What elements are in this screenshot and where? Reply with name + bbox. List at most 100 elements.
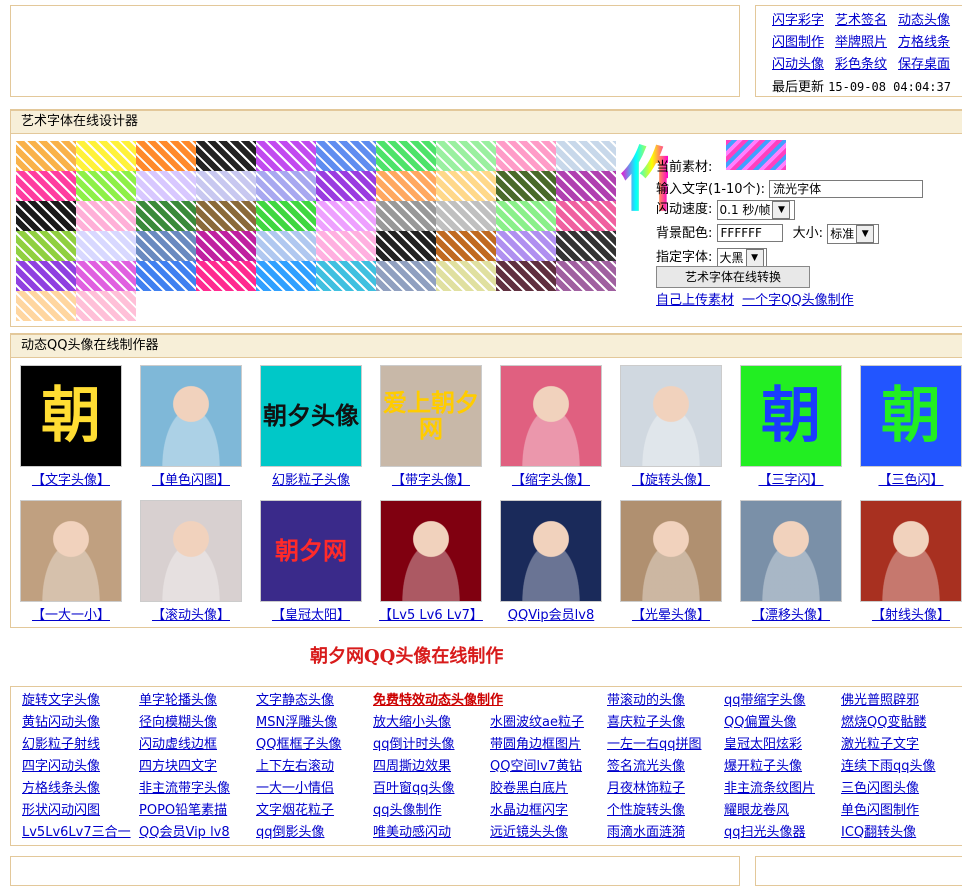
material-swatch[interactable]	[316, 171, 376, 201]
material-swatch[interactable]	[376, 171, 436, 201]
link-grid-item[interactable]: 黄钻闪动头像	[22, 711, 100, 730]
material-swatch[interactable]	[496, 201, 556, 231]
link-grid-item[interactable]: 远近镜头头像	[490, 821, 568, 840]
material-swatch[interactable]	[556, 261, 616, 291]
link-grid-item[interactable]: 方格线条头像	[22, 777, 100, 796]
text-input[interactable]	[769, 179, 924, 198]
link-grid-item[interactable]: 唯美动感闪动	[373, 821, 451, 840]
font-select[interactable]: 大黑 ▼	[716, 247, 767, 268]
material-swatch[interactable]	[556, 231, 616, 261]
top-link-item[interactable]: 彩色条纹	[835, 54, 898, 76]
avatar-caption-link[interactable]: 【缩字头像】	[491, 469, 611, 488]
single-char-link[interactable]: 一个字QQ头像制作	[742, 293, 853, 308]
top-link-item[interactable]: 保存桌面	[898, 54, 961, 76]
link-grid-item[interactable]: ICQ翻转头像	[841, 821, 916, 840]
top-link-item[interactable]: 闪图制作	[772, 32, 835, 54]
material-swatch[interactable]	[316, 141, 376, 171]
link-grid-item[interactable]: 带圆角边框图片	[490, 733, 581, 752]
link-grid-item[interactable]: qq倒影头像	[256, 821, 325, 840]
material-swatch[interactable]	[436, 201, 496, 231]
avatar-caption-link[interactable]: 【带字头像】	[371, 469, 491, 488]
link-grid-item[interactable]: 雨滴水面涟漪	[607, 821, 685, 840]
link-grid-item[interactable]: 皇冠太阳炫彩	[724, 733, 802, 752]
avatar-caption-link[interactable]: 【单色闪图】	[131, 469, 251, 488]
upload-material-link[interactable]: 自己上传素材	[656, 293, 734, 308]
material-swatch[interactable]	[16, 171, 76, 201]
material-swatch[interactable]	[316, 261, 376, 291]
material-swatch[interactable]	[196, 171, 256, 201]
avatar-thumbnail[interactable]	[20, 500, 122, 602]
link-grid-item[interactable]: 胶卷黑白底片	[490, 777, 568, 796]
top-link-item[interactable]: 方格线条	[898, 32, 961, 54]
link-grid-item[interactable]: 一大一小情侣	[256, 777, 334, 796]
link-grid-item[interactable]: 激光粒子文字	[841, 733, 919, 752]
link-grid-item[interactable]: 单字轮播头像	[139, 689, 217, 708]
avatar-caption-link[interactable]: 【三字闪】	[731, 469, 851, 488]
top-link-item[interactable]: 艺术签名	[835, 10, 898, 32]
material-swatch[interactable]	[136, 201, 196, 231]
link-grid-item[interactable]: 上下左右滚动	[256, 755, 334, 774]
link-grid-item[interactable]: 四字闪动头像	[22, 755, 100, 774]
speed-select[interactable]: 0.1 秒/帧 ▼	[716, 199, 795, 220]
avatar-thumbnail[interactable]	[140, 365, 242, 467]
convert-button[interactable]: 艺术字体在线转换	[656, 266, 810, 288]
avatar-thumbnail[interactable]: 朝	[860, 365, 962, 467]
avatar-thumbnail[interactable]: 朝夕头像	[260, 365, 362, 467]
link-grid-item[interactable]: 百叶窗qq头像	[373, 777, 455, 796]
avatar-caption-link[interactable]: 【射线头像】	[851, 604, 962, 623]
material-swatch[interactable]	[196, 261, 256, 291]
material-swatch[interactable]	[316, 201, 376, 231]
material-swatch[interactable]	[496, 141, 556, 171]
link-grid-item[interactable]: 耀眼龙卷风	[724, 799, 789, 818]
avatar-thumbnail[interactable]	[140, 500, 242, 602]
link-grid-item[interactable]: 非主流条纹图片	[724, 777, 815, 796]
top-link-item[interactable]: 举牌照片	[835, 32, 898, 54]
material-swatch[interactable]	[256, 231, 316, 261]
link-grid-item[interactable]: 燃烧QQ变骷髅	[841, 711, 926, 730]
link-grid-item[interactable]: 免费特效动态头像制作	[373, 689, 503, 708]
material-swatch[interactable]	[136, 261, 196, 291]
avatar-caption-link[interactable]: 【一大一小】	[11, 604, 131, 623]
link-grid-item[interactable]: POPO铅笔素描	[139, 799, 227, 818]
material-swatch[interactable]	[556, 171, 616, 201]
link-grid-item[interactable]: 四方块四文字	[139, 755, 217, 774]
avatar-thumbnail[interactable]	[500, 365, 602, 467]
material-swatch[interactable]	[556, 201, 616, 231]
size-select[interactable]: 标准 ▼	[827, 223, 880, 244]
link-grid-item[interactable]: 闪动虚线边框	[139, 733, 217, 752]
material-swatch[interactable]	[76, 141, 136, 171]
material-swatch[interactable]	[256, 261, 316, 291]
link-grid-item[interactable]: QQ偏置头像	[724, 711, 796, 730]
material-swatch[interactable]	[136, 231, 196, 261]
material-swatch[interactable]	[196, 201, 256, 231]
material-swatch[interactable]	[16, 141, 76, 171]
avatar-caption-link[interactable]: 【旋转头像】	[611, 469, 731, 488]
link-grid-item[interactable]: 一左一右qq拼图	[607, 733, 702, 752]
material-swatch[interactable]	[16, 291, 76, 321]
material-swatch[interactable]	[496, 261, 556, 291]
avatar-thumbnail[interactable]: 朝	[20, 365, 122, 467]
material-swatch[interactable]	[76, 291, 136, 321]
link-grid-item[interactable]: 爆开粒子头像	[724, 755, 802, 774]
link-grid-item[interactable]: 带滚动的头像	[607, 689, 685, 708]
avatar-caption-link[interactable]: 【Lv5 Lv6 Lv7】	[371, 604, 491, 623]
material-swatch[interactable]	[496, 231, 556, 261]
link-grid-item[interactable]: 月夜林饰粒子	[607, 777, 685, 796]
avatar-thumbnail[interactable]	[860, 500, 962, 602]
material-swatch[interactable]	[16, 201, 76, 231]
avatar-caption-link[interactable]: 【光晕头像】	[611, 604, 731, 623]
avatar-thumbnail[interactable]	[380, 500, 482, 602]
link-grid-item[interactable]: 水圈波纹ae粒子	[490, 711, 584, 730]
material-swatch[interactable]	[436, 261, 496, 291]
material-swatch[interactable]	[376, 261, 436, 291]
link-grid-item[interactable]: 签名流光头像	[607, 755, 685, 774]
avatar-caption-link[interactable]: 【三色闪】	[851, 469, 962, 488]
material-swatch[interactable]	[376, 141, 436, 171]
link-grid-item[interactable]: 径向模糊头像	[139, 711, 217, 730]
avatar-thumbnail[interactable]	[740, 500, 842, 602]
material-swatch[interactable]	[376, 201, 436, 231]
avatar-thumbnail[interactable]	[500, 500, 602, 602]
bg-color-input[interactable]	[716, 224, 783, 242]
material-swatch[interactable]	[136, 171, 196, 201]
link-grid-item[interactable]: 喜庆粒子头像	[607, 711, 685, 730]
